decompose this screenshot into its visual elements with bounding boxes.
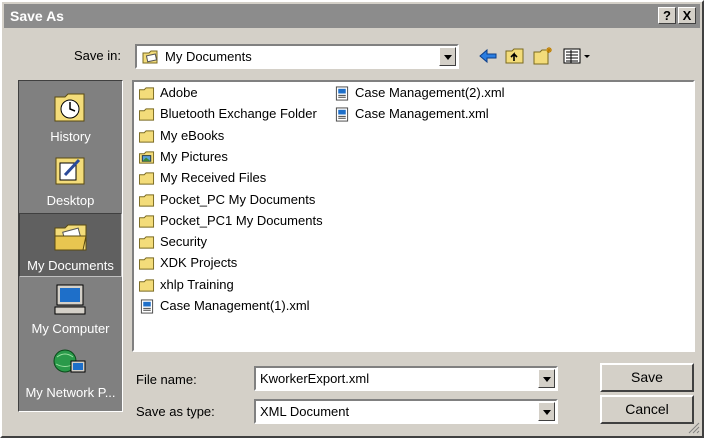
window-title: Save As xyxy=(10,8,64,24)
place-label: History xyxy=(50,129,91,144)
title-bar[interactable]: Save As ? X xyxy=(4,4,700,28)
place-label: Desktop xyxy=(46,193,95,208)
folder-icon xyxy=(139,193,155,207)
save-in-dropdown[interactable]: My Documents xyxy=(135,44,459,69)
place-history[interactable]: History xyxy=(19,85,122,149)
file-item-name: Case Management(1).xml xyxy=(160,298,310,313)
folder-icon xyxy=(139,236,155,249)
resize-grip-icon[interactable] xyxy=(688,422,700,434)
file-item-name: My eBooks xyxy=(160,127,225,143)
file-item-name: Bluetooth Exchange Folder xyxy=(160,106,317,122)
file-name-label: File name: xyxy=(136,372,197,387)
place-label: My Network P... xyxy=(25,385,116,400)
chevron-down-icon[interactable] xyxy=(538,369,555,388)
file-list[interactable]: Adobe Bluetooth Exchange Folder My eBooks M… xyxy=(132,80,695,352)
save-as-type-label: Save as type: xyxy=(136,404,215,419)
up-folder-icon[interactable] xyxy=(504,46,526,66)
file-item-name: Pocket_PC1 My Documents xyxy=(160,212,323,228)
place-my-documents[interactable]: My Documents xyxy=(19,213,122,277)
places-bar: History Desktop My Documents My Computer… xyxy=(18,80,123,412)
place-my-network-places[interactable]: My Network P... xyxy=(19,341,122,405)
xml-file-icon xyxy=(140,299,154,314)
folder-icon xyxy=(139,130,155,143)
my-documents-icon xyxy=(54,224,87,251)
file-item-name: Adobe xyxy=(160,85,198,100)
save-as-type-select[interactable]: XML Document xyxy=(254,399,558,424)
history-icon xyxy=(54,93,85,122)
save-as-type-value: XML Document xyxy=(260,404,350,419)
file-item-name: Pocket_PC My Documents xyxy=(160,191,316,207)
file-item-name: Case Management(2).xml xyxy=(355,85,505,100)
chevron-down-icon[interactable] xyxy=(439,47,456,66)
folder-icon xyxy=(139,257,155,270)
save-as-dialog: Save As ? X Save in: My Documents Histor… xyxy=(0,0,704,438)
my-documents-small-icon xyxy=(142,50,158,64)
folder-icon xyxy=(139,172,155,185)
folder-icon xyxy=(139,87,155,100)
views-menu-icon[interactable] xyxy=(562,46,594,66)
desktop-icon xyxy=(55,157,85,185)
file-item-name: My Pictures xyxy=(160,148,228,164)
xml-file-icon xyxy=(335,86,349,101)
folder-icon xyxy=(139,279,155,292)
folder-icon xyxy=(139,108,155,121)
place-my-computer[interactable]: My Computer xyxy=(19,277,122,341)
chevron-down-icon[interactable] xyxy=(538,402,555,421)
place-label: My Documents xyxy=(27,258,114,273)
xml-file-icon xyxy=(335,107,349,122)
file-name-value: KworkerExport.xml xyxy=(260,371,370,386)
help-button[interactable]: ? xyxy=(658,7,676,24)
place-label: My Computer xyxy=(31,321,110,336)
file-name-input[interactable]: KworkerExport.xml xyxy=(254,366,558,391)
back-arrow-icon[interactable] xyxy=(477,46,499,66)
file-item-name: xhlp Training xyxy=(160,276,234,292)
save-in-value: My Documents xyxy=(165,49,252,64)
folder-icon xyxy=(139,215,155,228)
pictures-folder-icon xyxy=(139,151,155,164)
file-item-name: Case Management.xml xyxy=(355,106,489,122)
save-in-label: Save in: xyxy=(74,48,121,63)
new-folder-icon[interactable] xyxy=(532,46,554,66)
save-button[interactable]: Save xyxy=(600,363,694,392)
cancel-button[interactable]: Cancel xyxy=(600,395,694,424)
file-item-name: My Received Files xyxy=(160,170,267,186)
my-network-places-icon xyxy=(53,349,86,373)
my-computer-icon xyxy=(54,284,86,315)
close-button[interactable]: X xyxy=(678,7,696,24)
file-item-name: Security xyxy=(160,234,207,250)
file-item-name: XDK Projects xyxy=(160,255,238,271)
place-desktop[interactable]: Desktop xyxy=(19,149,122,213)
